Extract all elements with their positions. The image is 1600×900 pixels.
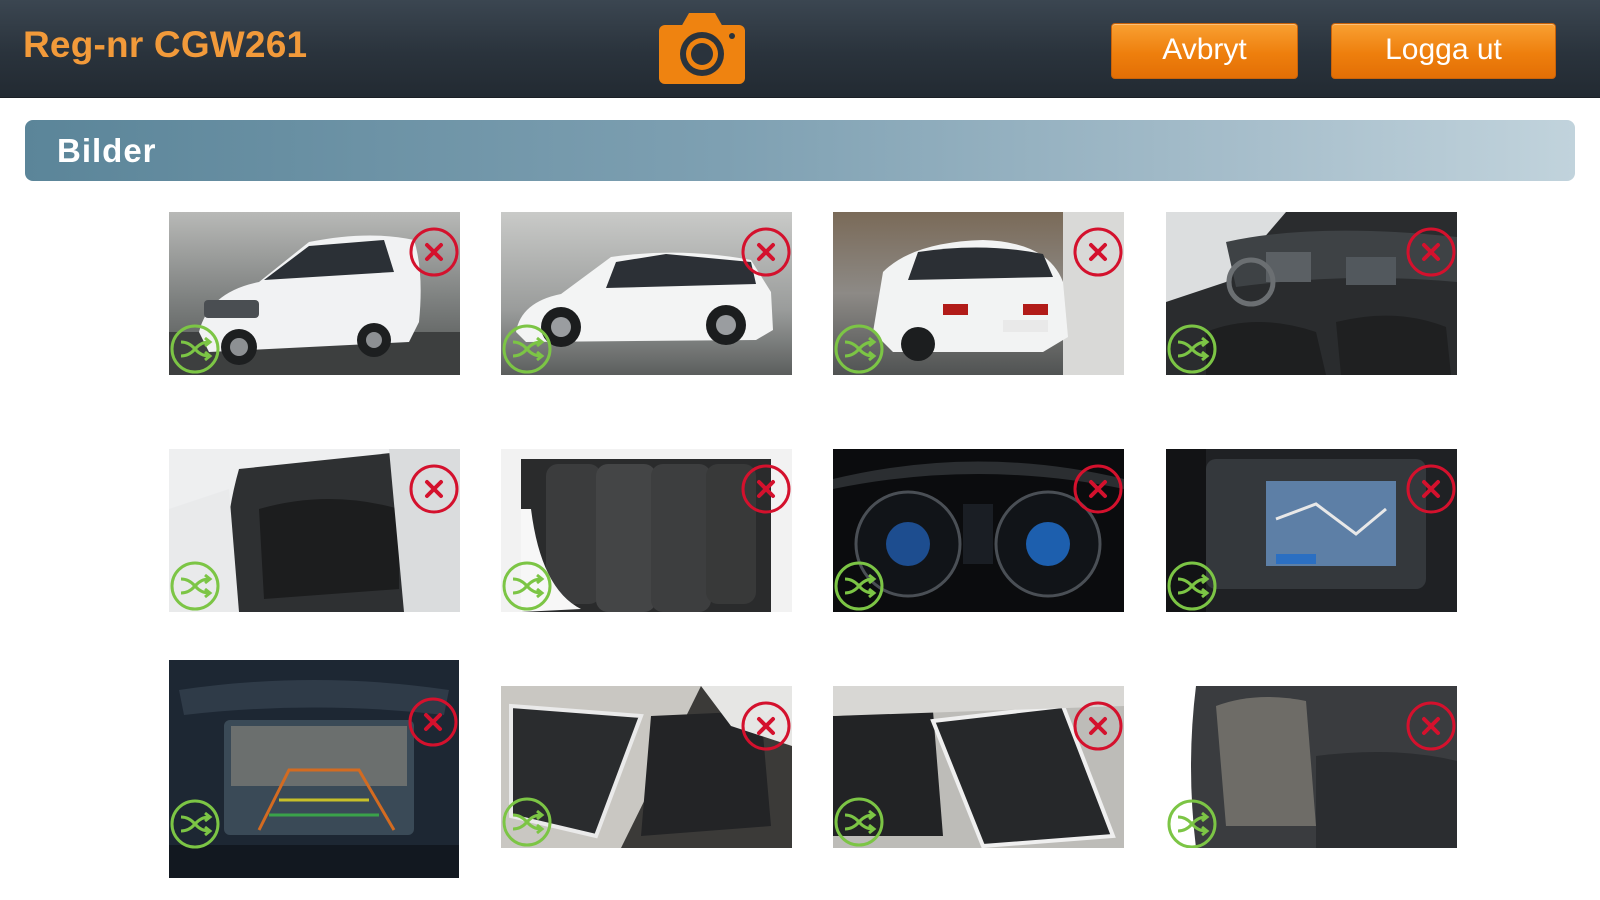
photo-thumbnail[interactable] [501,686,792,848]
reorder-photo-icon[interactable] [1166,323,1218,375]
section-title: Bilder [57,132,157,169]
photo-thumbnail[interactable] [1166,449,1457,612]
reorder-photo-icon[interactable] [169,560,221,612]
delete-photo-icon[interactable] [740,463,792,515]
photo-thumbnail[interactable] [833,449,1124,612]
reorder-photo-icon[interactable] [833,323,885,375]
photo-thumbnail[interactable] [169,212,460,375]
section-header: Bilder [25,120,1575,181]
delete-photo-icon[interactable] [1072,463,1124,515]
photo-thumbnail[interactable] [1166,686,1457,848]
reorder-photo-icon[interactable] [1166,560,1218,612]
delete-photo-icon[interactable] [408,463,460,515]
reorder-photo-icon[interactable] [169,798,221,850]
reorder-photo-icon[interactable] [833,560,885,612]
photo-thumbnail[interactable] [833,212,1124,375]
photo-thumbnail[interactable] [1166,212,1457,375]
delete-photo-icon[interactable] [1072,226,1124,278]
cancel-button[interactable]: Avbryt [1111,23,1298,79]
delete-photo-icon[interactable] [1405,226,1457,278]
reorder-photo-icon[interactable] [1166,798,1218,848]
photo-thumbnail[interactable] [169,449,460,612]
top-bar: Reg-nr CGW261 Avbryt Logga ut [0,0,1600,98]
delete-photo-icon[interactable] [407,696,459,748]
logout-button[interactable]: Logga ut [1331,23,1556,79]
photo-thumbnail[interactable] [501,212,792,375]
delete-photo-icon[interactable] [740,700,792,752]
reorder-photo-icon[interactable] [833,796,885,848]
delete-photo-icon[interactable] [408,226,460,278]
reorder-photo-icon[interactable] [501,560,553,612]
delete-photo-icon[interactable] [1405,700,1457,752]
delete-photo-icon[interactable] [740,226,792,278]
registration-title: Reg-nr CGW261 [23,24,308,65]
reorder-photo-icon[interactable] [501,796,553,848]
delete-photo-icon[interactable] [1405,463,1457,515]
photo-thumbnail[interactable] [833,686,1124,848]
reorder-photo-icon[interactable] [169,323,221,375]
photo-thumbnail[interactable] [501,449,792,612]
camera-icon[interactable] [657,11,747,86]
reorder-photo-icon[interactable] [501,323,553,375]
photo-thumbnail[interactable] [169,660,459,878]
delete-photo-icon[interactable] [1072,700,1124,752]
